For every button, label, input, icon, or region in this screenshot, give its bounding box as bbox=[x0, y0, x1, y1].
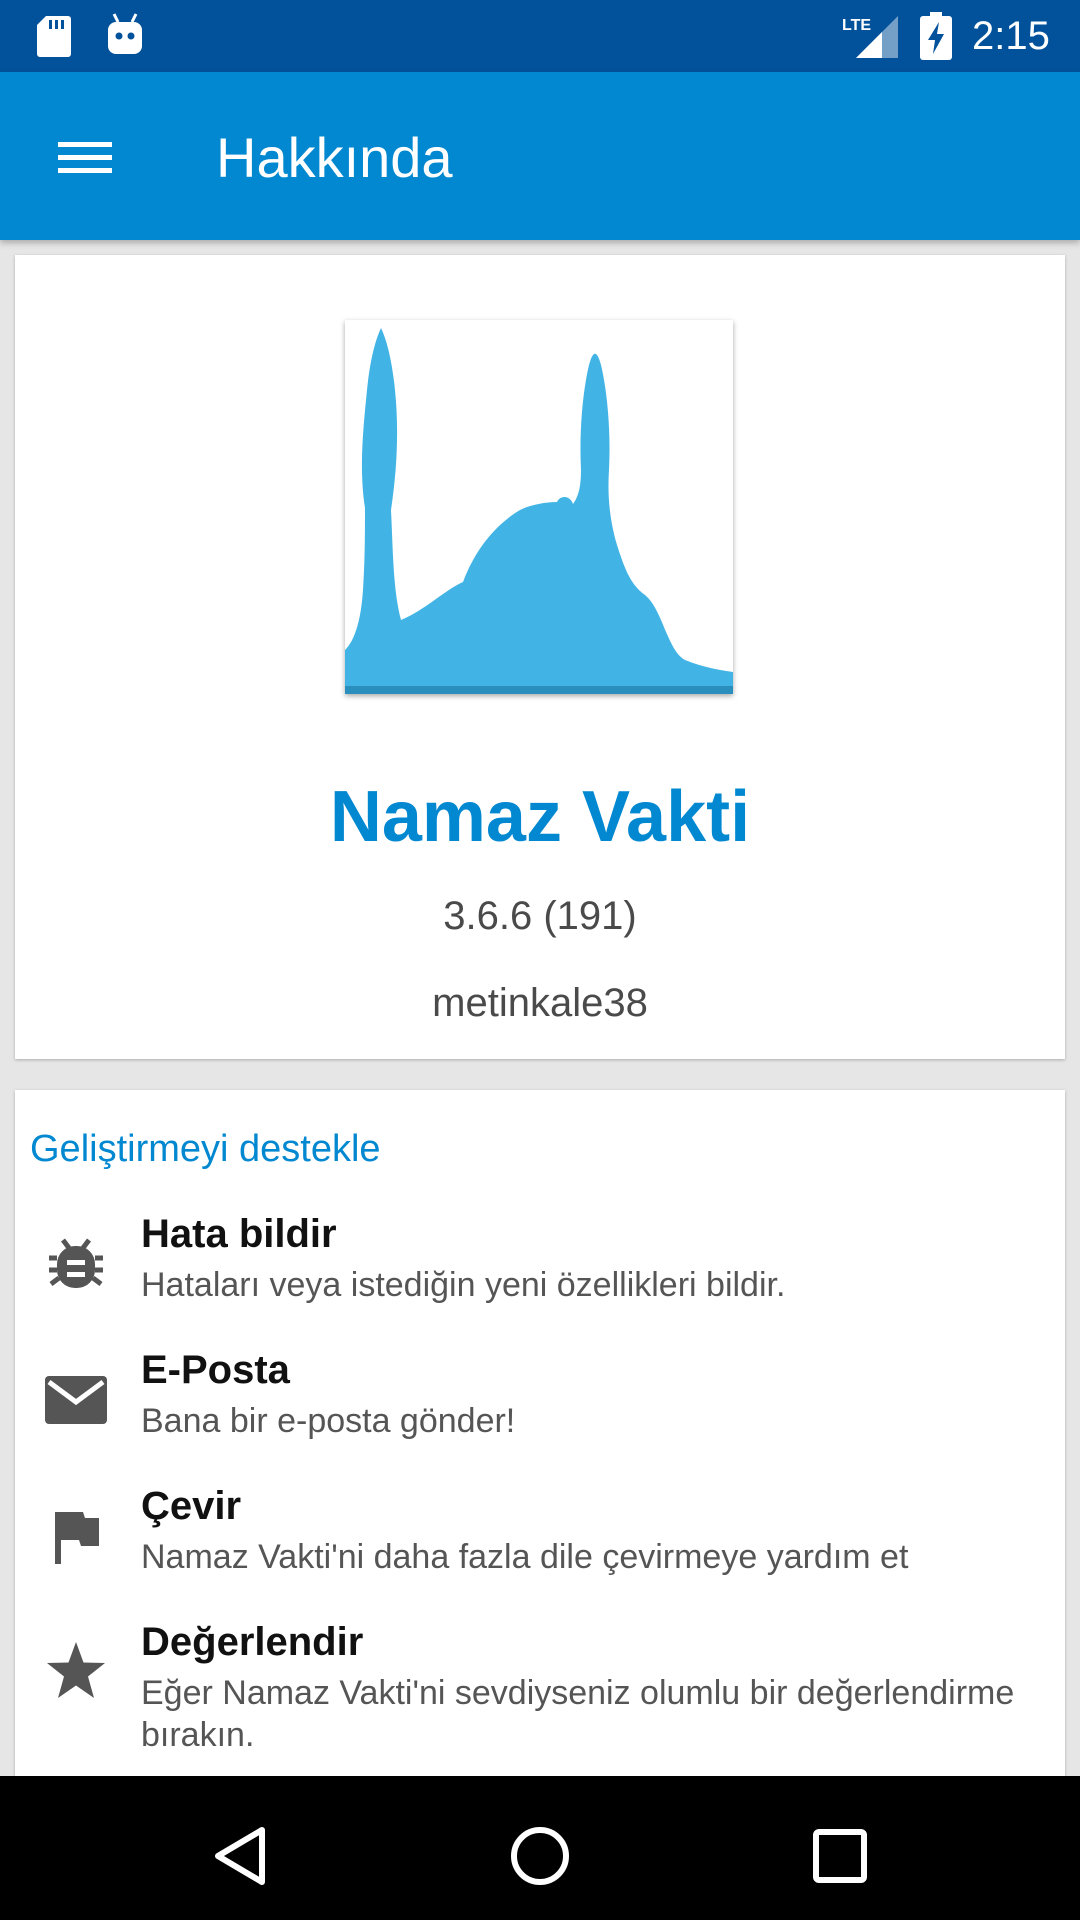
sd-card-icon bbox=[37, 16, 71, 57]
item-subtitle: Eğer Namaz Vakti'ni sevdiyseniz olumlu b… bbox=[141, 1674, 1015, 1754]
item-title: Hata bildir bbox=[141, 1212, 337, 1256]
email-icon bbox=[45, 1376, 107, 1424]
mosque-logo bbox=[345, 320, 733, 694]
item-title: Çevir bbox=[141, 1484, 242, 1528]
item-subtitle: Hataları veya istediğin yeni özellikleri… bbox=[141, 1266, 786, 1304]
star-icon bbox=[47, 1642, 105, 1698]
flag-icon bbox=[55, 1512, 99, 1564]
mosque-logo-image bbox=[345, 328, 733, 694]
app-author: metinkale38 bbox=[432, 981, 648, 1025]
status-bar: LTE 2:15 bbox=[0, 0, 1080, 72]
rate-item[interactable]: Değerlendir Eğer Namaz Vakti'ni sevdiyse… bbox=[15, 1618, 1065, 1768]
recents-icon[interactable] bbox=[800, 1816, 880, 1896]
email-item[interactable]: E-Posta Bana bir e-posta gönder! bbox=[15, 1346, 1065, 1456]
app-name: Namaz Vakti bbox=[329, 777, 751, 857]
item-title: Değerlendir bbox=[141, 1620, 364, 1664]
about-card: Namaz Vakti 3.6.6 (191) metinkale38 bbox=[15, 255, 1065, 1059]
navigation-bar bbox=[0, 1776, 1080, 1920]
back-icon[interactable] bbox=[200, 1816, 280, 1896]
lte-signal-icon: LTE bbox=[842, 16, 898, 58]
item-title: E-Posta bbox=[141, 1348, 290, 1392]
status-time: 2:15 bbox=[972, 14, 1050, 58]
android-debug-icon bbox=[108, 13, 142, 54]
page-title: Hakkında bbox=[216, 126, 453, 189]
report-bug-item[interactable]: Hata bildir Hataları veya istediğin yeni… bbox=[15, 1210, 1065, 1320]
home-icon[interactable] bbox=[500, 1816, 580, 1896]
section-title: Geliştirmeyi destekle bbox=[30, 1128, 381, 1170]
app-version: 3.6.6 (191) bbox=[443, 894, 637, 938]
app-bar: Hakkında bbox=[0, 72, 1080, 240]
svg-text:LTE: LTE bbox=[842, 17, 871, 34]
battery-charging-icon bbox=[920, 12, 952, 60]
item-subtitle: Bana bir e-posta gönder! bbox=[141, 1402, 516, 1440]
menu-icon[interactable] bbox=[46, 124, 122, 188]
bug-icon bbox=[49, 1238, 103, 1288]
item-subtitle: Namaz Vakti'ni daha fazla dile çevirmeye… bbox=[141, 1538, 909, 1576]
support-card: Geliştirmeyi destekle Hata bildir Hatala… bbox=[15, 1090, 1065, 1790]
translate-item[interactable]: Çevir Namaz Vakti'ni daha fazla dile çev… bbox=[15, 1482, 1065, 1592]
